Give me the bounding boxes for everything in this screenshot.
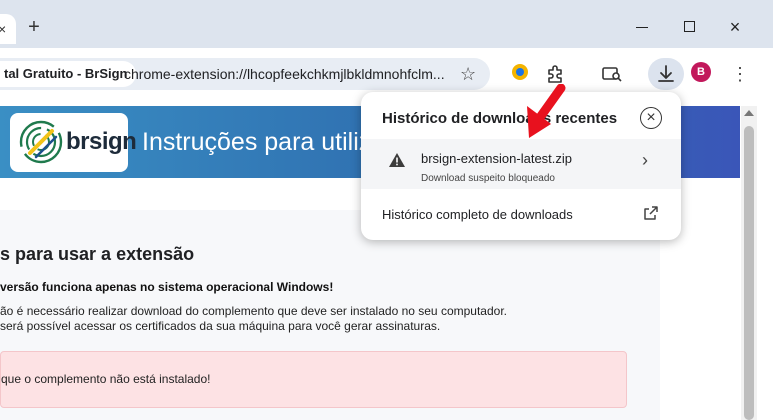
popup-title: Histórico de downloads recentes	[382, 110, 618, 127]
scroll-thumb[interactable]	[744, 126, 754, 420]
info-line-2: será possível acessar os certificados da…	[0, 319, 441, 333]
section-heading: s para usar a extensão	[0, 244, 195, 264]
red-annotation-arrow-icon	[527, 84, 566, 138]
extensions-puzzle-icon[interactable]	[544, 62, 568, 86]
full-download-history-link[interactable]: Histórico completo de downloads	[382, 207, 573, 222]
url-text[interactable]: chrome-extension://lhcopfeekchkmjlbkldmn…	[124, 66, 450, 82]
scroll-up-icon[interactable]	[744, 110, 754, 116]
profile-avatar[interactable]: B	[691, 62, 711, 82]
close-popup-button[interactable]: ×	[640, 107, 662, 129]
toolbar: tal Gratuito - BrSign chrome-extension:/…	[0, 48, 773, 98]
reading-list-icon[interactable]	[600, 62, 624, 86]
address-bar[interactable]: tal Gratuito - BrSign chrome-extension:/…	[0, 58, 490, 90]
download-item[interactable]: brsign-extension-latest.zip Download sus…	[361, 139, 681, 189]
fingerprint-logo-icon	[19, 120, 63, 164]
bookmark-star-icon[interactable]: ☆	[460, 63, 476, 85]
warning-icon	[389, 153, 405, 167]
active-tab[interactable]: ×	[0, 14, 16, 44]
alert-text: que o complemento não está instalado!	[1, 372, 211, 386]
not-installed-alert: que o complemento não está instalado!	[0, 351, 627, 408]
close-window-button[interactable]: ×	[724, 16, 746, 38]
extension-icon[interactable]	[510, 62, 534, 86]
info-line-1: ão é necessário realizar download do com…	[0, 304, 507, 318]
open-external-icon[interactable]	[643, 205, 659, 221]
banner-title: Instruções para utiliz	[142, 128, 372, 156]
brsign-logo: brsign	[10, 113, 137, 172]
download-button[interactable]	[648, 58, 684, 90]
maximize-button[interactable]	[678, 16, 700, 38]
instructions-section: s para usar a extensão versão funciona a…	[0, 210, 660, 420]
download-file-name: brsign-extension-latest.zip	[421, 151, 573, 166]
page-scrollbar[interactable]	[741, 106, 757, 420]
page-title-chip: tal Gratuito - BrSign	[0, 61, 136, 87]
logo-text: brsign	[66, 128, 137, 155]
chevron-right-icon[interactable]: ›	[642, 150, 648, 171]
windows-only-warning: versão funciona apenas no sistema operac…	[0, 280, 334, 294]
close-tab-icon[interactable]: ×	[0, 21, 6, 37]
new-tab-button[interactable]: +	[22, 16, 46, 40]
browser-menu-icon[interactable]: ⋮	[728, 62, 752, 86]
minimize-button[interactable]	[631, 16, 653, 38]
download-status: Download suspeito bloqueado	[421, 173, 555, 184]
